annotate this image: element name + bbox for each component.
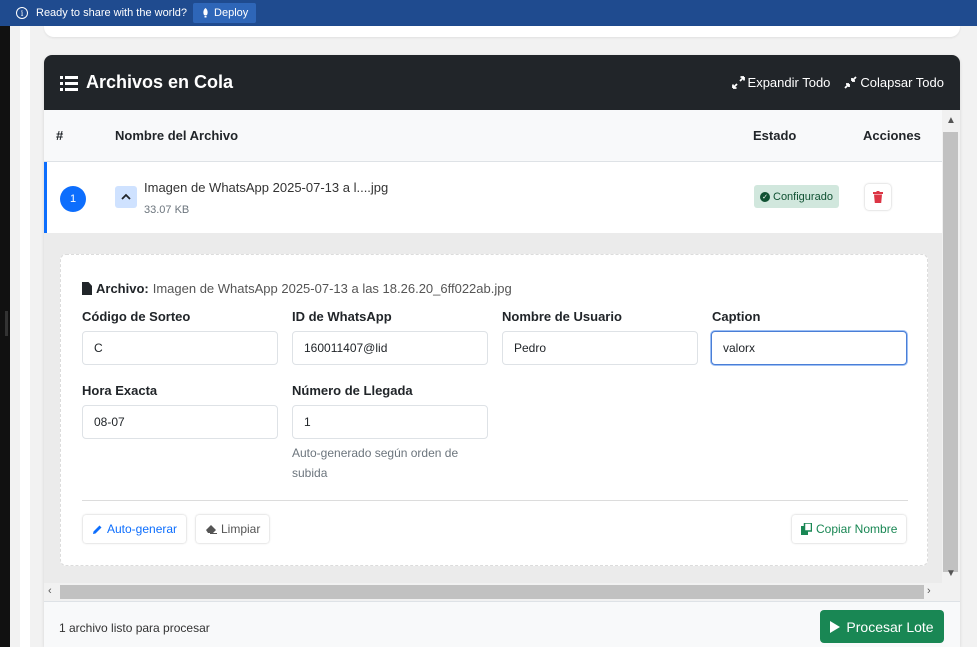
pencil-icon — [93, 525, 102, 534]
row-number-badge: 1 — [60, 186, 86, 212]
file-detail-panel: Archivo: Imagen de WhatsApp 2025-07-13 a… — [44, 233, 942, 583]
card-footer: 1 archivo listo para procesar Procesar L… — [44, 601, 960, 647]
col-name: Nombre del Archivo — [115, 128, 239, 143]
process-batch-label: Procesar Lote — [846, 618, 934, 635]
scroll-right-icon[interactable]: › — [927, 585, 931, 597]
scroll-left-icon[interactable]: ‹ — [48, 585, 52, 597]
hora-label: Hora Exacta — [82, 383, 158, 398]
col-status: Estado — [753, 128, 797, 143]
collapse-all-button[interactable]: Colapsar Todo — [844, 75, 944, 90]
header-actions: Expandir Todo Colapsar Todo — [731, 75, 944, 90]
expand-all-label: Expandir Todo — [747, 75, 831, 90]
file-size: 33.07 KB — [144, 204, 190, 216]
table-row[interactable]: 1 Imagen de WhatsApp 2025-07-13 a l....j… — [44, 162, 942, 233]
codigo-label: Código de Sorteo — [82, 309, 191, 324]
horizontal-scroll-thumb[interactable] — [60, 585, 924, 599]
file-line: Archivo: Imagen de WhatsApp 2025-07-13 a… — [82, 281, 512, 296]
table-header: # Nombre del Archivo Estado Acciones — [44, 110, 942, 162]
eraser-icon — [206, 525, 217, 534]
file-icon — [82, 282, 92, 295]
col-actions: Acciones — [863, 128, 921, 143]
caption-input[interactable]: valorx — [711, 331, 907, 365]
resize-handle[interactable] — [5, 311, 8, 336]
llegada-help: Auto-generado según orden de subida — [292, 446, 459, 480]
copy-name-label: Copiar Nombre — [816, 522, 898, 536]
file-detail-form: Archivo: Imagen de WhatsApp 2025-07-13 a… — [60, 254, 928, 566]
ready-status: 1 archivo listo para procesar — [59, 621, 210, 635]
scroll-down-icon[interactable]: ▼ — [946, 568, 956, 579]
expand-all-button[interactable]: Expandir Todo — [731, 75, 831, 90]
caption-label: Caption — [712, 309, 761, 324]
chevron-up-icon — [121, 193, 131, 200]
collapse-row-button[interactable] — [115, 186, 137, 208]
scroll-up-icon[interactable]: ▲ — [946, 115, 956, 126]
col-num: # — [56, 128, 64, 143]
clear-label: Limpiar — [221, 522, 261, 536]
horizontal-scrollbar[interactable]: ‹ › — [44, 583, 960, 601]
info-icon: i — [16, 7, 28, 19]
file-label: Archivo: — [96, 281, 149, 296]
full-file-name: Imagen de WhatsApp 2025-07-13 a las 18.2… — [152, 281, 512, 296]
deploy-button[interactable]: Deploy — [193, 3, 257, 23]
queue-card: Archivos en Cola Expandir Todo Colapsar … — [44, 55, 960, 647]
usuario-input[interactable]: Pedro — [502, 331, 698, 365]
codigo-input[interactable]: C — [82, 331, 278, 365]
card-title: Archivos en Cola — [60, 72, 233, 93]
llegada-label: Número de Llegada — [292, 383, 413, 398]
left-strip — [0, 26, 10, 647]
collapse-all-label: Colapsar Todo — [860, 75, 944, 90]
usuario-label: Nombre de Usuario — [502, 309, 622, 324]
rocket-icon — [203, 8, 208, 18]
banner-message: Ready to share with the world? — [36, 7, 188, 19]
llegada-input[interactable]: 1 — [292, 405, 488, 439]
divider — [82, 500, 908, 501]
whatsapp-label: ID de WhatsApp — [292, 309, 392, 324]
card-title-text: Archivos en Cola — [86, 72, 234, 92]
status-badge: ✓ Configurado — [754, 185, 839, 208]
expand-icon — [731, 76, 745, 89]
check-circle-icon: ✓ — [760, 191, 770, 202]
deploy-label: Deploy — [214, 7, 249, 19]
clear-button[interactable]: Limpiar — [196, 515, 270, 543]
card-header: Archivos en Cola Expandir Todo Colapsar … — [44, 55, 960, 110]
trash-icon — [873, 191, 883, 203]
previous-card — [44, 26, 960, 37]
status-text: Configurado — [773, 190, 833, 203]
autogenerate-label: Auto-generar — [107, 522, 178, 536]
list-icon — [60, 75, 78, 91]
compress-icon — [844, 76, 858, 89]
page-edge — [20, 26, 30, 647]
file-name: Imagen de WhatsApp 2025-07-13 a l....jpg — [144, 180, 389, 195]
vertical-scroll-thumb[interactable] — [943, 132, 958, 572]
play-icon — [830, 620, 841, 633]
copy-name-button[interactable]: Copiar Nombre — [792, 515, 907, 543]
scroll-down-area: ▼ — [942, 565, 960, 583]
vertical-scrollbar[interactable]: ▲ — [942, 110, 960, 584]
deploy-banner: i Ready to share with the world? Deploy — [0, 0, 977, 26]
delete-button[interactable] — [865, 184, 891, 210]
hora-input[interactable]: 08-07 — [82, 405, 278, 439]
process-batch-button[interactable]: Procesar Lote — [820, 610, 944, 643]
copy-icon — [801, 523, 812, 535]
autogenerate-button[interactable]: Auto-generar — [83, 515, 187, 543]
whatsapp-input[interactable]: 160011407@lid — [292, 331, 488, 365]
